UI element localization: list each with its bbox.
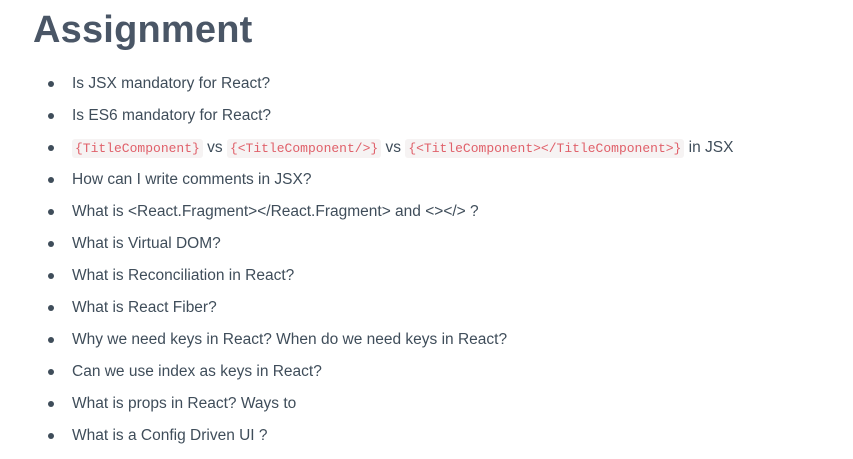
- list-item-text: vs: [385, 139, 402, 156]
- list-item-text: Can we use index as keys in React?: [72, 363, 322, 380]
- list-item-text: What is Reconciliation in React?: [72, 267, 295, 284]
- page-title: Assignment: [33, 9, 253, 51]
- list-item: What is React Fiber?: [33, 292, 823, 324]
- list-item: What is Reconciliation in React?: [33, 260, 823, 292]
- list-item: What is props in React? Ways to: [33, 388, 823, 420]
- list-item-text: What is a Config Driven UI ?: [72, 427, 268, 444]
- list-item-text: Why we need keys in React? When do we ne…: [72, 331, 508, 348]
- inline-code: {<TitleComponent/>}: [226, 139, 382, 158]
- bullet-icon: [48, 401, 54, 407]
- list-item-text: Is ES6 mandatory for React?: [72, 107, 272, 124]
- list-item: Is JSX mandatory for React?: [33, 68, 823, 100]
- list-item-text: vs: [207, 139, 223, 156]
- list-item: What is Virtual DOM?: [33, 228, 823, 260]
- assignment-list: Is JSX mandatory for React? Is ES6 manda…: [33, 68, 823, 452]
- inline-code: {TitleComponent}: [72, 139, 203, 158]
- list-item-text: What is React Fiber?: [72, 299, 217, 316]
- list-item-text: What is props in React? Ways to: [72, 395, 297, 412]
- bullet-icon: [48, 273, 54, 279]
- list-item: Is ES6 mandatory for React?: [33, 100, 823, 132]
- bullet-icon: [48, 241, 54, 247]
- list-item-text: What is Virtual DOM?: [72, 235, 221, 252]
- bullet-icon: [48, 145, 54, 151]
- bullet-icon: [48, 113, 54, 119]
- list-item-text: How can I write comments in JSX?: [72, 171, 312, 188]
- bullet-icon: [48, 209, 54, 215]
- inline-code: {<TitleComponent></TitleComponent>}: [405, 139, 685, 158]
- list-item-text: in JSX: [688, 139, 734, 156]
- bullet-icon: [48, 81, 54, 87]
- list-item: Can we use index as keys in React?: [33, 356, 823, 388]
- list-item: Why we need keys in React? When do we ne…: [33, 324, 823, 356]
- list-item: What is <React.Fragment></React.Fragment…: [33, 196, 823, 228]
- bullet-icon: [48, 305, 54, 311]
- list-item-text: What is <React.Fragment></React.Fragment…: [72, 203, 479, 220]
- list-item-text: Is JSX mandatory for React?: [72, 75, 271, 92]
- list-item: {TitleComponent} vs {<TitleComponent/>} …: [33, 132, 823, 164]
- bullet-icon: [48, 337, 54, 343]
- bullet-icon: [48, 369, 54, 375]
- list-item: What is a Config Driven UI ?: [33, 420, 823, 452]
- list-item: How can I write comments in JSX?: [33, 164, 823, 196]
- bullet-icon: [48, 433, 54, 439]
- bullet-icon: [48, 177, 54, 183]
